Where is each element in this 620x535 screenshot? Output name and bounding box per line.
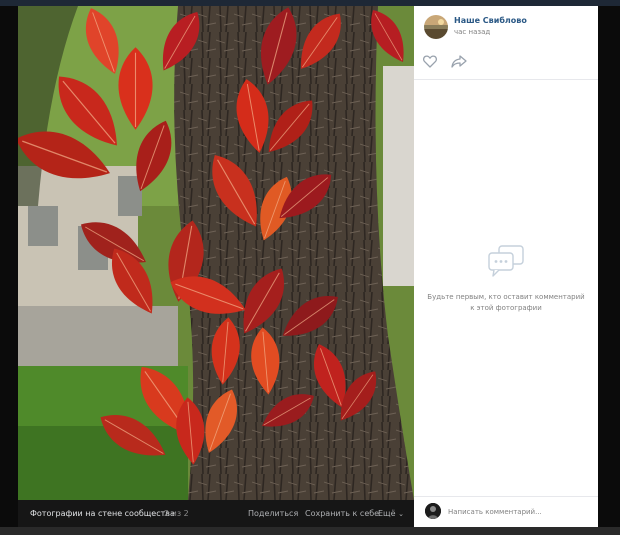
- author-name[interactable]: Наше Свиблово: [454, 16, 527, 25]
- photo[interactable]: [18, 6, 414, 500]
- avatar[interactable]: [424, 15, 448, 39]
- heart-outline-icon[interactable]: [423, 55, 437, 68]
- photo-counter: 2 из 2: [164, 509, 189, 518]
- post-time[interactable]: час назад: [454, 28, 490, 36]
- comment-divider: [414, 496, 598, 497]
- avatar-image: [424, 15, 448, 39]
- empty-comments-text: Будьте первым, кто оставит комментарий к…: [427, 293, 585, 312]
- comment-input[interactable]: [448, 505, 588, 519]
- more-label: Ещё: [378, 509, 396, 518]
- page-background-band: [0, 527, 620, 535]
- share-link[interactable]: Поделиться: [248, 509, 298, 519]
- user-avatar: [425, 503, 441, 519]
- more-menu[interactable]: Ещё ⌄: [378, 509, 404, 519]
- actions-divider: [414, 79, 598, 80]
- album-title[interactable]: Фотографии на стене сообщества: [30, 509, 175, 519]
- share-arrow-icon[interactable]: [451, 55, 467, 68]
- photo-viewer: Фотографии на стене сообщества 2 из 2 По…: [18, 6, 598, 528]
- chat-bubble-icon: [488, 245, 524, 277]
- photo-image: [18, 6, 414, 500]
- chevron-down-icon: ⌄: [398, 510, 404, 518]
- photo-sidebar: Наше Свиблово час назад Будьте первым, к…: [414, 6, 598, 528]
- user-avatar-image: [425, 503, 441, 519]
- save-to-profile-link[interactable]: Сохранить к себе: [305, 509, 379, 519]
- photo-footer: Фотографии на стене сообщества 2 из 2 По…: [18, 500, 414, 528]
